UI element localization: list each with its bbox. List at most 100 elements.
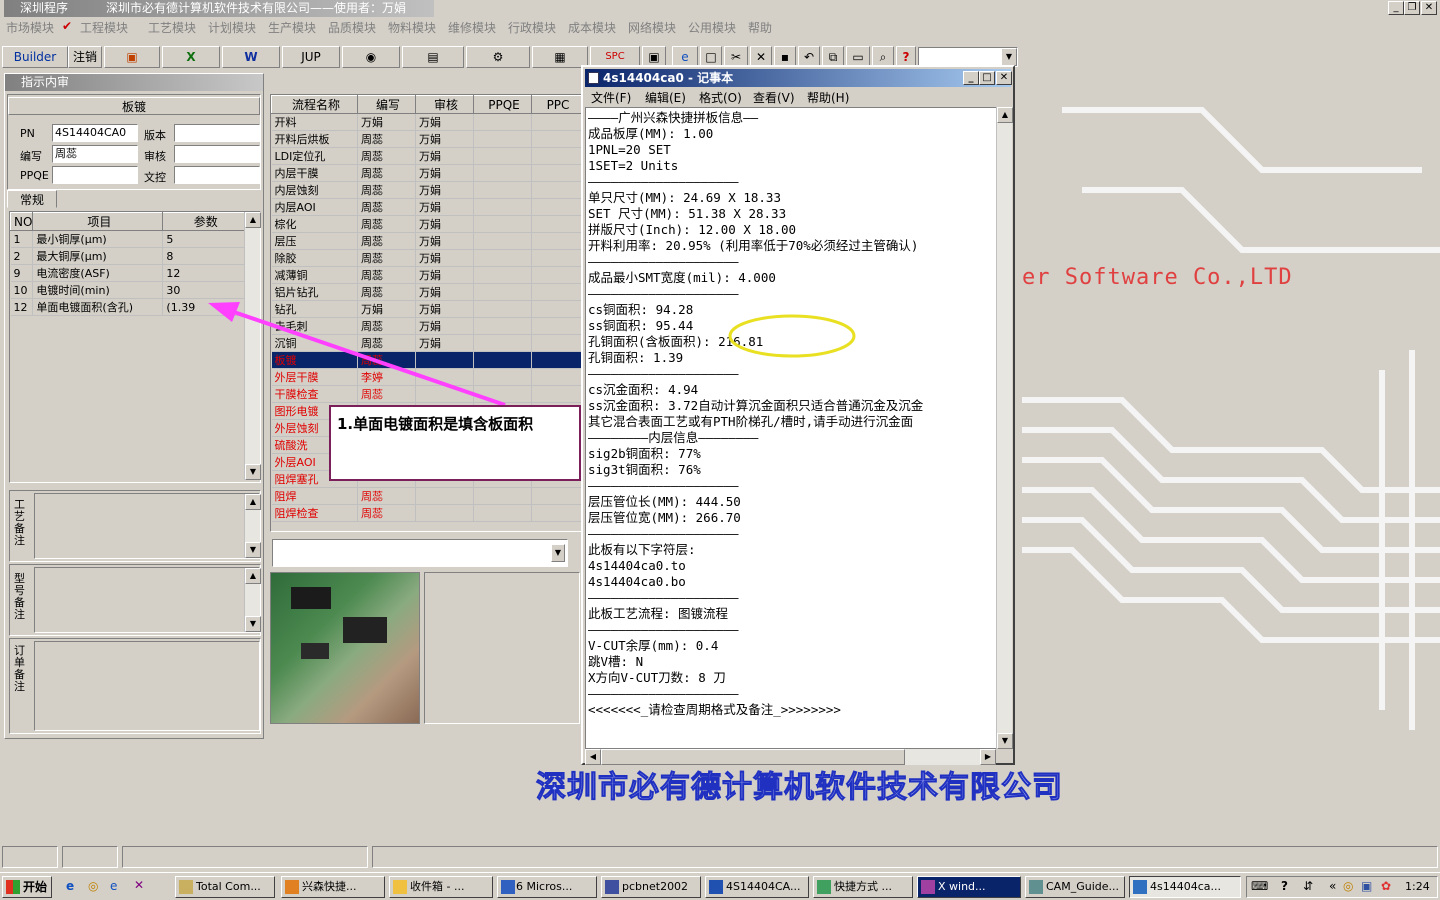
reviewer-field[interactable] (174, 145, 260, 163)
version-field[interactable] (174, 124, 260, 142)
table-row[interactable]: 10 电镀时间(min) 30 (10, 281, 246, 299)
flow-row[interactable]: 板镀 周蕊 (271, 351, 582, 369)
flow-row[interactable]: 干膜检查 周蕊 (271, 385, 582, 403)
flow-row[interactable]: 阻焊检查 周蕊 (271, 504, 582, 522)
flow-row[interactable]: 内层AOI 周蕊 万娟 (271, 198, 582, 216)
builder-button[interactable]: Builder (2, 46, 68, 68)
expand-tray-icon[interactable]: « (1329, 879, 1336, 893)
notepad-menu-view[interactable]: 查看(V) (753, 89, 795, 106)
process-note-field[interactable] (34, 493, 260, 559)
model-note-scrollbar[interactable]: ▲ ▼ (244, 568, 261, 632)
col-no[interactable]: NO (9, 212, 34, 231)
start-button[interactable]: 开始 (2, 876, 52, 898)
minimize-button[interactable]: _ (1388, 1, 1404, 15)
ppqe-field[interactable] (52, 166, 138, 184)
col-author[interactable]: 编写 (357, 95, 416, 114)
flow-row[interactable]: 去毛刺 周蕊 万娟 (271, 317, 582, 335)
table-row[interactable]: 2 最大铜厚(μm) 8 (10, 247, 246, 265)
col-reviewer[interactable]: 审核 (415, 95, 474, 114)
menu-admin[interactable]: 行政模块 (508, 19, 556, 36)
scroll-up-icon[interactable]: ▲ (245, 494, 261, 510)
network-icon[interactable]: ▣ (1361, 879, 1372, 893)
col-item[interactable]: 项目 (32, 212, 164, 231)
chevron-down-icon[interactable]: ▼ (551, 544, 565, 562)
flow-row[interactable]: 外层干膜 李婷 (271, 368, 582, 386)
scroll-left-icon[interactable]: ◀ (585, 749, 601, 765)
tab-general[interactable]: 常规 (7, 190, 57, 208)
word-icon[interactable]: W (222, 46, 280, 68)
scroll-thumb[interactable] (601, 749, 905, 765)
col-ppqe[interactable]: PPQE (473, 95, 532, 114)
notepad-minimize-button[interactable]: _ (963, 71, 979, 85)
input-method-icon[interactable]: ⇵ (1303, 879, 1313, 893)
flow-combo[interactable]: ▼ (272, 539, 568, 567)
notepad-menu-file[interactable]: 文件(F) (591, 89, 631, 106)
menu-production[interactable]: 生产模块 (268, 19, 316, 36)
tools-icon[interactable]: ⚙ (466, 46, 530, 68)
notepad-menu-help[interactable]: 帮助(H) (807, 89, 849, 106)
eye-icon[interactable]: ◉ (342, 46, 400, 68)
flow-row[interactable]: 钻孔 万娟 万娟 (271, 300, 582, 318)
process-note-scrollbar[interactable]: ▲ ▼ (244, 494, 261, 558)
task-cam-guide[interactable]: CAM_Guide... (1025, 876, 1125, 898)
task-pcbnet[interactable]: pcbnet2002 (601, 876, 701, 898)
excel-icon[interactable]: X (162, 46, 220, 68)
table-row[interactable]: 9 电流密度(ASF) 12 (10, 264, 246, 282)
task-xingsen[interactable]: 兴森快捷... (281, 876, 385, 898)
task-inbox[interactable]: 收件箱 - ... (389, 876, 493, 898)
table-row[interactable]: 1 最小铜厚(μm) 5 (10, 230, 246, 248)
task-shortcut[interactable]: 快捷方式 ... (813, 876, 913, 898)
params-scrollbar[interactable]: ▲ ▼ (244, 212, 261, 480)
col-flow-name[interactable]: 流程名称 (271, 95, 358, 114)
ie2-quicklaunch-icon[interactable]: e (110, 879, 117, 893)
flow-row[interactable]: 开料后烘板 周蕊 万娟 (271, 130, 582, 148)
menu-engineering[interactable]: 工程模块 (80, 19, 128, 36)
order-note-field[interactable] (34, 641, 260, 731)
close-button[interactable]: ✕ (1421, 1, 1437, 15)
model-note-field[interactable] (34, 567, 260, 633)
x-quicklaunch-icon[interactable]: ✕ (134, 878, 144, 892)
outlook-quicklaunch-icon[interactable]: ◎ (88, 879, 98, 893)
scroll-right-icon[interactable]: ▶ (980, 749, 996, 765)
task-notepad[interactable]: 4s14404ca... (1129, 876, 1241, 898)
flow-row[interactable]: 除胶 周蕊 万娟 (271, 249, 582, 267)
toolbar-dropdown[interactable]: ▼ (918, 47, 1018, 67)
notepad-menu-edit[interactable]: 编辑(E) (645, 89, 686, 106)
notepad-maximize-button[interactable]: □ (979, 71, 995, 85)
scroll-up-icon[interactable]: ▲ (245, 212, 261, 228)
logout-button[interactable]: 注销 (68, 46, 102, 68)
notepad-vscrollbar[interactable]: ▲ ▼ (996, 107, 1013, 749)
flow-row[interactable]: 内层蚀刻 周蕊 万娟 (271, 181, 582, 199)
flow-row[interactable]: 阻焊 周蕊 (271, 487, 582, 505)
menu-maintenance[interactable]: 维修模块 (448, 19, 496, 36)
help-tray-icon[interactable]: ? (1281, 879, 1288, 893)
tray-app-icon[interactable]: ◎ (1343, 879, 1353, 893)
ppt-icon[interactable]: ▣ (104, 46, 160, 68)
flow-row[interactable]: 铝片钻孔 周蕊 万娟 (271, 283, 582, 301)
menu-cost[interactable]: 成本模块 (568, 19, 616, 36)
flow-row[interactable]: 内层干膜 周蕊 万娟 (271, 164, 582, 182)
task-microsoft[interactable]: 6 Micros... (497, 876, 597, 898)
tray-app2-icon[interactable]: ✿ (1381, 879, 1391, 893)
scroll-down-icon[interactable]: ▼ (997, 733, 1013, 749)
menu-network[interactable]: 网络模块 (628, 19, 676, 36)
printer-icon[interactable]: ▦ (532, 46, 588, 68)
flow-row[interactable]: LDI定位孔 周蕊 万娟 (271, 147, 582, 165)
menu-craft[interactable]: 工艺模块 (148, 19, 196, 36)
writer-field[interactable] (174, 166, 260, 184)
pn-field[interactable]: 4S14404CA0 (52, 124, 138, 142)
restore-button[interactable]: ❐ (1404, 1, 1420, 15)
menu-plan[interactable]: 计划模块 (208, 19, 256, 36)
scroll-down-icon[interactable]: ▼ (245, 464, 261, 480)
menu-quality[interactable]: 品质模块 (328, 19, 376, 36)
menu-common[interactable]: 公用模块 (688, 19, 736, 36)
flow-row[interactable]: 沉铜 周蕊 万娟 (271, 334, 582, 352)
flow-row[interactable]: 开料 万娟 万娟 (271, 113, 582, 131)
ie-quicklaunch-icon[interactable]: e (66, 879, 74, 893)
notepad-hscrollbar[interactable]: ◀ ▶ (585, 749, 996, 765)
task-word-doc[interactable]: 4S14404CA... (705, 876, 809, 898)
scroll-up-icon[interactable]: ▲ (245, 568, 261, 584)
jup-button[interactable]: JUP (282, 46, 340, 68)
scroll-down-icon[interactable]: ▼ (245, 542, 261, 558)
col-ppc[interactable]: PPC (531, 95, 582, 114)
